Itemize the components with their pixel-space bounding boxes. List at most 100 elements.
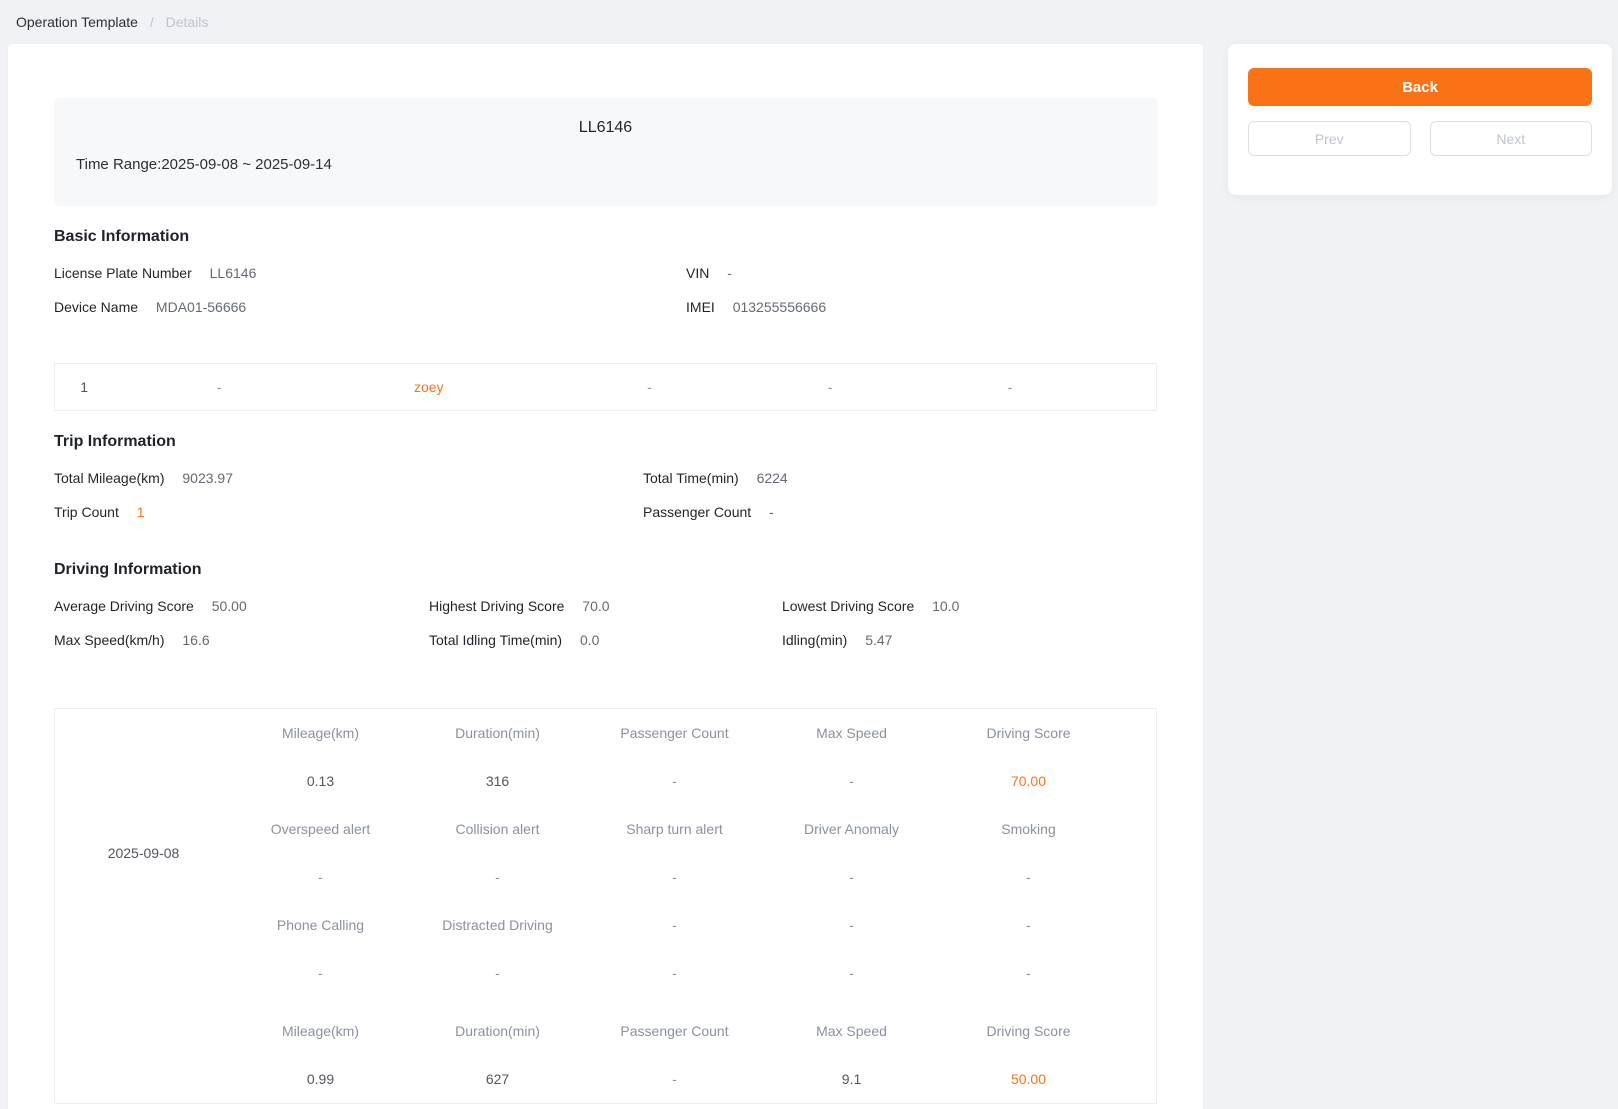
vehicle-header-panel: LL6146 Time Range:2025-09-08 ~ 2025-09-1… (54, 98, 1157, 206)
field-label: VIN (686, 265, 709, 281)
driving-info-row-2: Max Speed(km/h) 16.6 Total Idling Time(m… (54, 623, 1157, 657)
back-button[interactable]: Back (1248, 68, 1592, 106)
field-label: Total Idling Time(min) (429, 632, 562, 648)
field-label: Trip Count (54, 504, 119, 520)
field-label: Max Speed(km/h) (54, 632, 164, 648)
table-cell: - (586, 869, 763, 885)
field-value: MDA01-56666 (156, 299, 246, 315)
trip-information-heading: Trip Information (54, 411, 1157, 461)
driving-information-heading: Driving Information (54, 529, 1157, 589)
column-header: Collision alert (409, 821, 586, 837)
column-header: Phone Calling (232, 917, 409, 933)
passenger-count-field: Passenger Count - (643, 504, 1157, 520)
table-row: 0.13 316 - - 70.00 (232, 757, 1156, 805)
table-row: - - - - - (232, 853, 1156, 901)
field-label: Total Time(min) (643, 470, 739, 486)
license-plate-field: License Plate Number LL6146 (54, 265, 686, 281)
day-group: 2025-09-08 Mileage(km) Duration(min) Pas… (55, 709, 1156, 997)
table-cell: 627 (409, 1071, 586, 1087)
action-panel: Back Prev Next (1228, 44, 1612, 195)
trip-info-row-2: Trip Count 1 Passenger Count - (54, 495, 1157, 529)
field-label: Lowest Driving Score (782, 598, 914, 614)
column-header: Passenger Count (586, 725, 763, 741)
field-label: License Plate Number (54, 265, 192, 281)
table-cell: - (409, 965, 586, 981)
column-header: - (940, 917, 1117, 933)
table-cell: 9.1 (763, 1071, 940, 1087)
column-header: Max Speed (763, 1023, 940, 1039)
column-header: Duration(min) (409, 1023, 586, 1039)
field-value: 10.0 (932, 598, 959, 614)
imei-field: IMEI 013255556666 (686, 299, 1157, 315)
page: Operation Template / Details LL6146 Time… (0, 0, 1618, 1109)
field-label: Device Name (54, 299, 138, 315)
field-value: 16.6 (182, 632, 209, 648)
vin-field: VIN - (686, 265, 1157, 281)
table-row: Mileage(km) Duration(min) Passenger Coun… (232, 709, 1156, 757)
driver-row-cell: - (766, 379, 894, 395)
field-value: 5.47 (865, 632, 892, 648)
field-value: 50.00 (212, 598, 247, 614)
idling-field: Idling(min) 5.47 (782, 632, 1157, 648)
column-header: Mileage(km) (232, 1023, 409, 1039)
table-cell: - (940, 869, 1117, 885)
column-header: Duration(min) (409, 725, 586, 741)
table-cell: 316 (409, 773, 586, 789)
page-title: LL6146 (76, 116, 1135, 140)
column-header: Passenger Count (586, 1023, 763, 1039)
driving-score-value: 50.00 (940, 1071, 1117, 1087)
driver-row-cell: - (113, 379, 324, 395)
column-header: Driving Score (940, 1023, 1117, 1039)
field-value: 70.0 (582, 598, 609, 614)
field-value: 013255556666 (733, 299, 826, 315)
field-value: - (727, 265, 732, 281)
field-label: Passenger Count (643, 504, 751, 520)
field-label: Highest Driving Score (429, 598, 564, 614)
breadcrumb: Operation Template / Details (16, 12, 208, 32)
field-value: - (769, 504, 774, 520)
column-header: Sharp turn alert (586, 821, 763, 837)
max-speed-field: Max Speed(km/h) 16.6 (54, 632, 429, 648)
driver-summary-row: 1 - zoey - - - (54, 363, 1157, 411)
total-idling-field: Total Idling Time(min) 0.0 (429, 632, 782, 648)
table-cell: - (763, 869, 940, 885)
highest-score-field: Highest Driving Score 70.0 (429, 598, 782, 614)
day-date: 2025-09-08 (55, 709, 232, 997)
column-header: Distracted Driving (409, 917, 586, 933)
next-button[interactable]: Next (1430, 121, 1593, 156)
table-cell: - (232, 869, 409, 885)
column-header: - (763, 917, 940, 933)
table-row: 0.99 627 - 9.1 50.00 (232, 1055, 1156, 1103)
trip-info-row-1: Total Mileage(km) 9023.97 Total Time(min… (54, 461, 1157, 495)
table-cell: - (763, 965, 940, 981)
table-cell: - (586, 773, 763, 789)
field-label: Total Mileage(km) (54, 470, 164, 486)
driver-name-link[interactable]: zoey (414, 379, 444, 395)
basic-info-row-2: Device Name MDA01-56666 IMEI 01325555666… (54, 290, 1157, 324)
device-name-field: Device Name MDA01-56666 (54, 299, 686, 315)
table-cell: - (763, 773, 940, 789)
field-value: LL6146 (210, 265, 257, 281)
trip-count-field: Trip Count 1 (54, 504, 643, 520)
column-header: Smoking (940, 821, 1117, 837)
field-label: Average Driving Score (54, 598, 194, 614)
table-row: - - - - - (232, 949, 1156, 997)
driver-row-cell: - (894, 379, 1126, 395)
column-header: Driver Anomaly (763, 821, 940, 837)
driver-row-index: 1 (55, 379, 113, 395)
trip-count-value: 1 (137, 504, 145, 520)
column-header: - (586, 917, 763, 933)
lowest-score-field: Lowest Driving Score 10.0 (782, 598, 1157, 614)
driver-row-cell: - (533, 379, 766, 395)
column-header: Overspeed alert (232, 821, 409, 837)
breadcrumb-operation-template[interactable]: Operation Template (16, 14, 138, 30)
table-cell: - (586, 965, 763, 981)
average-score-field: Average Driving Score 50.00 (54, 598, 429, 614)
field-value: 6224 (757, 470, 788, 486)
details-card: LL6146 Time Range:2025-09-08 ~ 2025-09-1… (8, 44, 1203, 1109)
daily-stats-table: 2025-09-08 Mileage(km) Duration(min) Pas… (54, 708, 1157, 1104)
table-cell: - (409, 869, 586, 885)
prev-button[interactable]: Prev (1248, 121, 1411, 156)
table-row: Mileage(km) Duration(min) Passenger Coun… (232, 1007, 1156, 1055)
driving-score-value: 70.00 (940, 773, 1117, 789)
